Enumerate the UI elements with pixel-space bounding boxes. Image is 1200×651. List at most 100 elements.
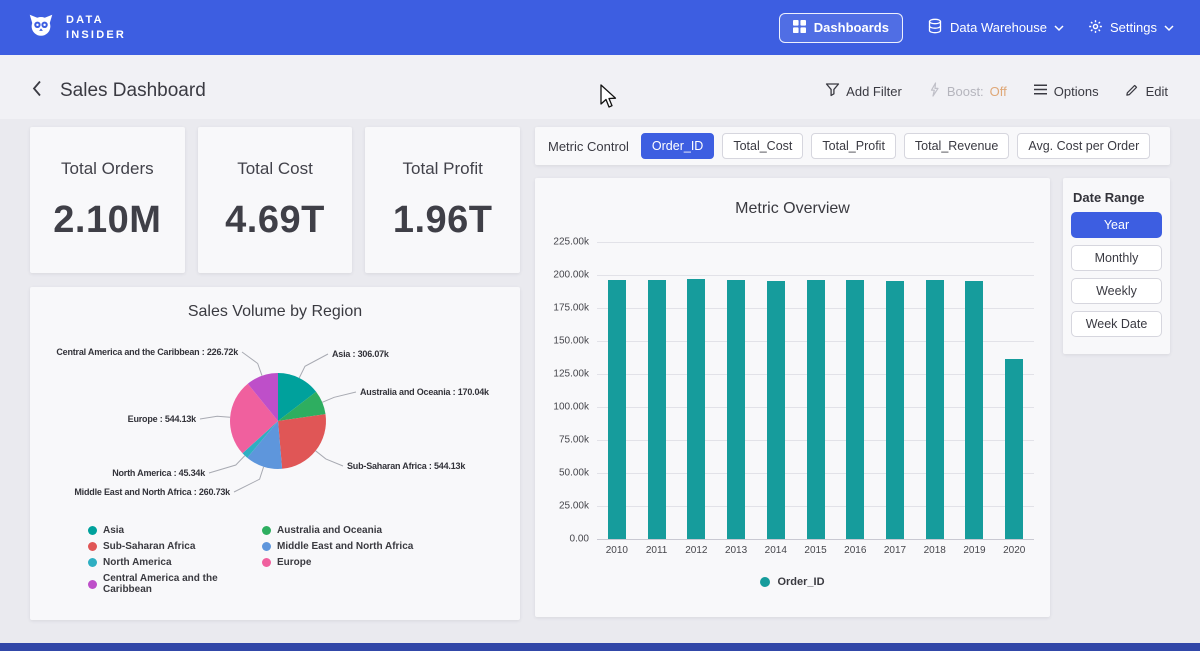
bar-2018[interactable]	[926, 280, 944, 539]
y-tick-label: 50.00k	[559, 468, 589, 479]
bar-2020[interactable]	[1005, 359, 1023, 539]
bar-cell	[716, 280, 756, 539]
legend-label: Australia and Oceania	[277, 525, 382, 536]
legend-item-sub-saharan-africa[interactable]: Sub-Saharan Africa	[88, 541, 262, 552]
pie-label-asia: Asia : 306.07k	[332, 349, 390, 359]
legend-label: Asia	[103, 525, 124, 536]
bar-2011[interactable]	[648, 280, 666, 539]
dashboards-label: Dashboards	[814, 20, 889, 35]
brand-line2: INSIDER	[66, 29, 126, 41]
bar-2017[interactable]	[886, 281, 904, 539]
x-tick-label: 2011	[637, 545, 677, 556]
legend-dot	[88, 558, 97, 567]
pie-leader-line	[200, 416, 230, 419]
edit-button[interactable]: Edit	[1125, 82, 1168, 100]
settings-menu[interactable]: Settings	[1088, 19, 1174, 37]
sales-volume-card: Sales Volume by Region Asia : 306.07k Aus…	[30, 287, 520, 620]
database-icon	[927, 18, 943, 37]
kpi-value: 1.96T	[393, 199, 493, 242]
y-tick-label: 125.00k	[553, 369, 589, 380]
bar-2013[interactable]	[727, 280, 745, 539]
bar-2016[interactable]	[846, 280, 864, 539]
legend-item-asia[interactable]: Asia	[88, 525, 262, 536]
kpi-card-total-cost: Total Cost 4.69T	[198, 127, 353, 273]
x-tick-label: 2013	[716, 545, 756, 556]
bar-2010[interactable]	[608, 280, 626, 539]
add-filter-button[interactable]: Add Filter	[825, 82, 902, 100]
bar-cell	[796, 280, 836, 539]
chevron-down-icon	[1164, 20, 1174, 35]
bar-cell	[875, 281, 915, 539]
date-range-button-week-date[interactable]: Week Date	[1071, 311, 1162, 337]
bar-cell	[915, 280, 955, 539]
legend-item-australia-and-oceania[interactable]: Australia and Oceania	[262, 525, 413, 536]
date-range-button-year[interactable]: Year	[1071, 212, 1162, 238]
pie-leader-line	[242, 352, 262, 376]
date-range-button-monthly[interactable]: Monthly	[1071, 245, 1162, 271]
metric-button-order-id[interactable]: Order_ID	[641, 133, 714, 159]
owl-logo-icon	[26, 10, 56, 45]
header-actions: Add Filter Boost: Off Options	[825, 82, 1168, 100]
bar-2012[interactable]	[687, 279, 705, 539]
y-tick-label: 175.00k	[553, 303, 589, 314]
pie-leader-line	[299, 354, 328, 378]
y-tick-label: 200.00k	[553, 270, 589, 281]
legend-item-central-america-and-the-caribbean[interactable]: Central America and the Caribbean	[88, 573, 262, 595]
x-axis: 2010201120122013201420152016201720182019…	[597, 545, 1034, 556]
metric-button-total-revenue[interactable]: Total_Revenue	[904, 133, 1009, 159]
kpi-row: Total Orders 2.10M Total Cost 4.69T Tota…	[30, 127, 520, 273]
legend-label: Middle East and North Africa	[277, 541, 413, 552]
x-tick-label: 2012	[676, 545, 716, 556]
brand[interactable]: DATA INSIDER	[26, 10, 126, 45]
dashboards-button[interactable]: Dashboards	[779, 13, 903, 43]
metric-control-bar: Metric Control Order_IDTotal_CostTotal_P…	[535, 127, 1170, 165]
bar-2014[interactable]	[767, 281, 785, 539]
right-column: Metric Control Order_IDTotal_CostTotal_P…	[535, 127, 1170, 620]
bar-2019[interactable]	[965, 281, 983, 539]
bar-2015[interactable]	[807, 280, 825, 539]
legend-item-europe[interactable]: Europe	[262, 557, 413, 568]
y-axis: 225.00k200.00k175.00k150.00k125.00k100.0…	[551, 242, 597, 539]
add-filter-label: Add Filter	[846, 84, 902, 99]
x-tick-label: 2019	[955, 545, 995, 556]
legend-item-middle-east-and-north-africa[interactable]: Middle East and North Africa	[262, 541, 413, 552]
legend-item-north-america[interactable]: North America	[88, 557, 262, 568]
pie-leader-line	[234, 467, 264, 492]
legend-label: North America	[103, 557, 172, 568]
page-header: Sales Dashboard Add Filter Boost: Off	[0, 55, 1200, 119]
kpi-label: Total Orders	[61, 159, 154, 179]
bolt-icon	[928, 82, 941, 100]
pie-slice-sub-saharan-africa[interactable]	[278, 414, 326, 469]
legend-label: Central America and the Caribbean	[103, 573, 262, 595]
bar-legend-label: Order_ID	[777, 576, 824, 588]
kpi-label: Total Profit	[403, 159, 483, 179]
funnel-icon	[825, 82, 840, 100]
options-button[interactable]: Options	[1033, 83, 1099, 99]
date-range-button-weekly[interactable]: Weekly	[1071, 278, 1162, 304]
settings-label: Settings	[1110, 20, 1157, 35]
back-button[interactable]	[30, 79, 44, 103]
y-tick-label: 225.00k	[553, 237, 589, 248]
bar-chart-legend[interactable]: Order_ID	[551, 576, 1034, 588]
metric-button-avg-cost-per-order[interactable]: Avg. Cost per Order	[1017, 133, 1150, 159]
pie-chart-title: Sales Volume by Region	[30, 303, 520, 321]
x-tick-label: 2014	[756, 545, 796, 556]
legend-label: Sub-Saharan Africa	[103, 541, 195, 552]
legend-dot	[88, 526, 97, 535]
left-column: Total Orders 2.10M Total Cost 4.69T Tota…	[30, 127, 520, 620]
bar-chart-title: Metric Overview	[551, 200, 1034, 218]
pencil-icon	[1125, 82, 1140, 100]
plot-area	[597, 242, 1034, 539]
data-warehouse-label: Data Warehouse	[950, 20, 1047, 35]
data-warehouse-menu[interactable]: Data Warehouse	[927, 18, 1064, 37]
pie-label-australia-and-oceania: Australia and Oceania : 170.04k	[360, 387, 490, 397]
y-tick-label: 75.00k	[559, 435, 589, 446]
pie-label-central-america-and-the-caribbean: Central America and the Caribbean : 226.…	[56, 347, 239, 357]
metric-button-total-profit[interactable]: Total_Profit	[811, 133, 896, 159]
bar-cell	[994, 359, 1034, 539]
pie-legend: Asia Sub-Saharan Africa North America Centr…	[30, 525, 520, 595]
legend-dot	[88, 580, 97, 589]
kpi-value: 2.10M	[53, 199, 161, 242]
boost-toggle[interactable]: Boost: Off	[928, 82, 1007, 100]
metric-button-total-cost[interactable]: Total_Cost	[722, 133, 803, 159]
